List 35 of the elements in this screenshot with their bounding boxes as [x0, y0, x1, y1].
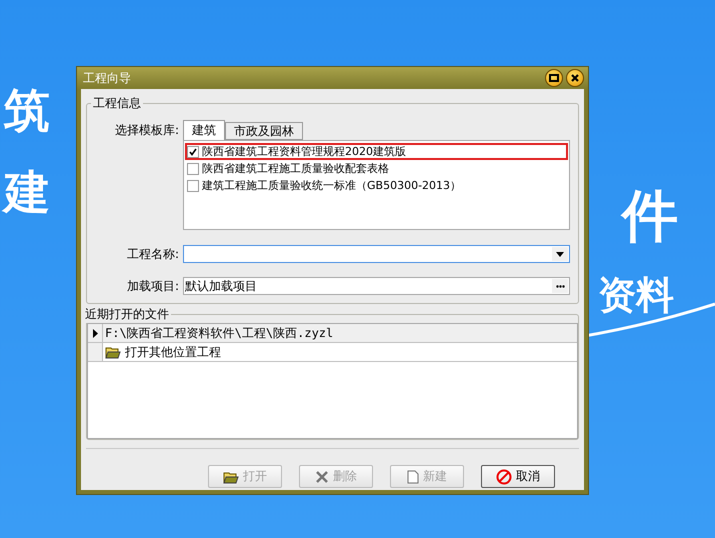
- background-text: 筑: [2, 82, 51, 139]
- load-project-field[interactable]: 默认加载项目: [183, 277, 570, 295]
- template-label: 选择模板库:: [114, 122, 180, 138]
- library-tab[interactable]: 建筑: [183, 120, 225, 140]
- group-title: 工程信息: [92, 95, 142, 112]
- window-title: 工程向导: [83, 70, 132, 86]
- maximize-icon: [549, 74, 559, 82]
- library-tab[interactable]: 市政及园林: [225, 122, 303, 140]
- cancel-button[interactable]: 取消: [481, 465, 555, 488]
- template-item[interactable]: 陕西省建筑工程施工质量验收配套表格: [185, 160, 568, 177]
- folder-icon: [223, 470, 239, 484]
- prohibited-icon: [496, 468, 512, 484]
- load-label: 加载项目:: [126, 278, 180, 294]
- recent-row[interactable]: 打开其他位置工程: [88, 343, 577, 362]
- folder-icon: [105, 345, 121, 359]
- background-text: 资料: [597, 272, 675, 319]
- template-item[interactable]: 陕西省建筑工程资料管理规程2020建筑版: [185, 143, 568, 160]
- checkbox[interactable]: [187, 162, 199, 174]
- checkbox[interactable]: [187, 146, 199, 158]
- document-icon: [407, 470, 419, 484]
- name-label: 工程名称:: [126, 246, 180, 262]
- template-item[interactable]: 建筑工程施工质量验收统一标准（GB50300-2013）: [185, 177, 568, 194]
- close-icon: [570, 73, 580, 83]
- row-pointer-icon: [92, 328, 98, 338]
- background-text: 建: [0, 164, 54, 222]
- group-title: 近期打开的文件: [84, 306, 170, 323]
- background-text: 件: [620, 183, 679, 251]
- checkbox[interactable]: [187, 180, 199, 192]
- maximize-button[interactable]: [545, 69, 563, 87]
- dropdown-button[interactable]: [552, 247, 568, 261]
- close-icon: [315, 470, 329, 484]
- more-icon[interactable]: [552, 279, 568, 293]
- recent-row[interactable]: F:\陕西省工程资料软件\工程\陕西.zyzl: [88, 324, 577, 343]
- caret-icon: [556, 252, 564, 256]
- close-button[interactable]: [566, 69, 584, 87]
